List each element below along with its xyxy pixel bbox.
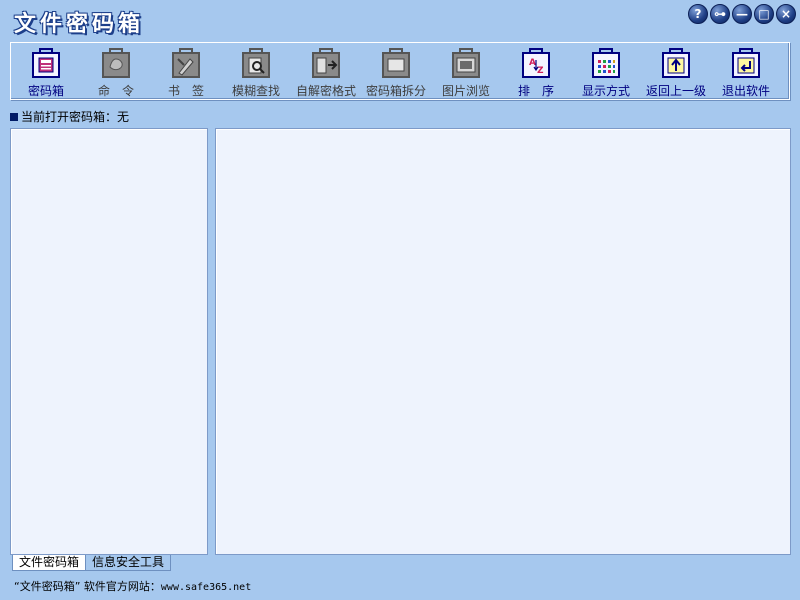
tab-security-tools[interactable]: 信息安全工具 xyxy=(86,555,172,571)
official-website-link[interactable]: www.safe365.net xyxy=(161,582,251,593)
split-icon xyxy=(380,47,412,79)
window-controls: ? ⊶ — □ × xyxy=(688,4,796,24)
toolbar-button-self-decrypt[interactable]: 自解密格式 xyxy=(291,47,361,99)
key-icon: ⊶ xyxy=(714,7,726,21)
file-list-panel[interactable] xyxy=(215,128,791,555)
toolbar-label: 自解密格式 xyxy=(295,84,356,98)
toolbar-button-safe[interactable]: 密码箱 xyxy=(11,47,81,99)
bookmark-icon xyxy=(170,47,202,79)
footer-text: “文件密码箱” 软件官方网站： xyxy=(14,580,161,593)
svg-text:A: A xyxy=(529,58,536,68)
hand-icon xyxy=(100,47,132,79)
toolbar-label: 模糊查找 xyxy=(231,84,280,98)
current-safe-status: 当前打开密码箱：无 xyxy=(10,108,129,125)
toolbar: 密码箱 命 令 书 签 模糊查找 自解密格式 密码箱拆分 图片浏览 A Z 排 … xyxy=(10,42,790,100)
exit-icon xyxy=(730,47,762,79)
toolbar-label: 书 签 xyxy=(167,84,204,98)
minimize-icon: — xyxy=(736,7,748,21)
toolbar-button-up-level[interactable]: 返回上一级 xyxy=(641,47,711,99)
toolbar-label: 显示方式 xyxy=(581,84,630,98)
self-decrypt-icon xyxy=(310,47,342,79)
sort-icon: AZ xyxy=(520,47,552,79)
toolbar-label: 密码箱拆分 xyxy=(365,84,426,98)
toolbar-button-command[interactable]: 命 令 xyxy=(81,47,151,99)
toolbar-button-fuzzy-search[interactable]: 模糊查找 xyxy=(221,47,291,99)
maximize-button[interactable]: □ xyxy=(754,4,774,24)
toolbar-button-image-browse[interactable]: 图片浏览 xyxy=(431,47,501,99)
toolbar-button-exit[interactable]: 退出软件 xyxy=(711,47,781,99)
key-button[interactable]: ⊶ xyxy=(710,4,730,24)
app-title: 文件密码箱 xyxy=(14,12,145,37)
folder-tree-panel[interactable] xyxy=(10,128,208,555)
maximize-icon: □ xyxy=(758,7,770,21)
minimize-button[interactable]: — xyxy=(732,4,752,24)
bullet-square-icon xyxy=(10,112,18,121)
image-icon xyxy=(450,47,482,79)
close-button[interactable]: × xyxy=(776,4,796,24)
footer: “文件密码箱” 软件官方网站：www.safe365.net xyxy=(14,578,251,594)
help-button[interactable]: ? xyxy=(688,4,708,24)
toolbar-label: 返回上一级 xyxy=(645,84,706,98)
toolbar-button-split[interactable]: 密码箱拆分 xyxy=(361,47,431,99)
toolbar-button-view-mode[interactable]: 显示方式 xyxy=(571,47,641,99)
toolbar-label: 命 令 xyxy=(97,84,134,98)
bottom-tabs: 文件密码箱 信息安全工具 xyxy=(12,555,172,571)
safe-icon xyxy=(30,47,62,79)
toolbar-button-sort[interactable]: AZ 排 序 xyxy=(501,47,571,99)
toolbar-label: 退出软件 xyxy=(721,84,770,98)
status-text: 当前打开密码箱：无 xyxy=(21,110,130,124)
toolbar-label: 图片浏览 xyxy=(441,84,490,98)
toolbar-label: 密码箱 xyxy=(27,84,64,98)
help-icon: ? xyxy=(694,7,702,21)
tab-file-safe[interactable]: 文件密码箱 xyxy=(12,555,87,571)
toolbar-label: 排 序 xyxy=(517,84,554,98)
view-mode-icon xyxy=(590,47,622,79)
close-icon: × xyxy=(780,7,792,21)
toolbar-button-bookmark[interactable]: 书 签 xyxy=(151,47,221,99)
up-level-icon xyxy=(660,47,692,79)
search-icon xyxy=(240,47,272,79)
